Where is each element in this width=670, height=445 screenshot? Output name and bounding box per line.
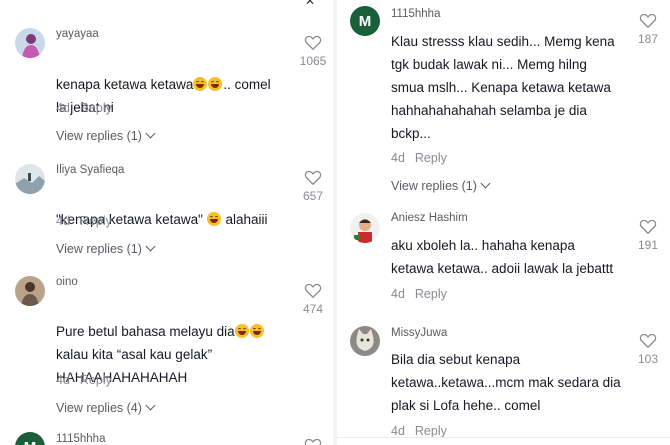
reply-button[interactable]: Reply [80, 214, 112, 228]
like-count: 657 [302, 189, 324, 203]
comment-meta: 4d Reply [56, 101, 112, 115]
comment-username[interactable]: Iliya Syafieqa [56, 164, 124, 176]
like-button[interactable]: 657 [293, 169, 333, 203]
grinning-sweat-emoji-icon [193, 77, 208, 91]
like-button[interactable]: 1065 [293, 34, 333, 68]
comment-time: 4d [56, 101, 70, 115]
comment-username[interactable]: 1115hhha [56, 433, 105, 445]
like-count: 103 [637, 352, 659, 366]
grinning-sweat-emoji-icon [234, 324, 249, 338]
comment-text: Bila dia sebut kenapa ketawa..ketawa...m… [391, 352, 621, 413]
comment-username[interactable]: oino [56, 276, 78, 288]
close-icon[interactable]: ✕ [305, 0, 315, 8]
reply-button[interactable]: Reply [415, 287, 447, 301]
grinning-sweat-emoji-icon [208, 77, 223, 91]
reply-button[interactable]: Reply [415, 424, 447, 438]
comment-meta: 4d Reply [56, 214, 112, 228]
chevron-down-icon [145, 241, 156, 252]
heart-outline-icon [304, 170, 322, 185]
user-avatar-cat [350, 326, 380, 356]
comment-time: 4d [56, 373, 70, 387]
comment-username[interactable]: MissyJuwa [391, 327, 447, 339]
like-count: 1065 [299, 54, 327, 68]
chevron-down-icon [145, 128, 156, 139]
like-button[interactable]: 103 [628, 332, 668, 366]
chevron-down-icon [145, 400, 156, 411]
comments-column-right: M 1115hhha Klau stresss klau sedih... Me… [337, 0, 670, 445]
comment-meta: 4d Reply [391, 424, 447, 438]
like-count: 474 [302, 302, 324, 316]
comment-text: aku xboleh la.. hahaha kenapa ketawa ket… [391, 238, 614, 276]
comment-text: Klau stresss klau sedih... Memg kena tgk… [391, 34, 615, 141]
reply-button[interactable]: Reply [80, 101, 112, 115]
like-button[interactable] [293, 437, 333, 445]
comment-meta: 4d Reply [391, 151, 447, 165]
comment-username[interactable]: 1115hhha [391, 8, 440, 20]
user-avatar-photo [15, 276, 45, 306]
heart-outline-icon [639, 219, 657, 234]
user-avatar-cartoon [350, 213, 380, 243]
heart-outline-icon [304, 438, 322, 445]
avatar[interactable]: M [15, 432, 45, 445]
avatar[interactable] [15, 28, 45, 58]
avatar[interactable] [15, 276, 45, 306]
heart-outline-icon [639, 333, 657, 348]
like-count: 191 [637, 238, 659, 252]
avatar[interactable]: M [350, 6, 380, 36]
user-avatar-snow-landscape [15, 164, 45, 194]
reply-button[interactable]: Reply [415, 151, 447, 165]
comment-time: 4d [391, 287, 405, 301]
avatar[interactable] [350, 326, 380, 356]
comment-username[interactable]: yayayaa [56, 28, 99, 40]
heart-outline-icon [304, 35, 322, 50]
view-replies-button[interactable]: View replies (1) [56, 128, 156, 143]
avatar[interactable] [350, 213, 380, 243]
heart-outline-icon [304, 283, 322, 298]
comment-time: 4d [391, 424, 405, 438]
grinning-sweat-emoji-icon [206, 212, 221, 226]
like-button[interactable]: 187 [628, 12, 668, 46]
comment-meta: 4d Reply [56, 373, 112, 387]
reply-button[interactable]: Reply [80, 373, 112, 387]
like-button[interactable]: 474 [293, 282, 333, 316]
view-replies-button[interactable]: View replies (1) [56, 241, 156, 256]
view-replies-button[interactable]: View replies (1) [391, 178, 491, 193]
comment-meta: 4d Reply [391, 287, 447, 301]
view-replies-button[interactable]: View replies (4) [56, 400, 156, 415]
heart-outline-icon [639, 13, 657, 28]
comments-column-left: ✕ yayayaa kenapa ketawa ketawa.. comel l… [0, 0, 333, 445]
comment-time: 4d [56, 214, 70, 228]
avatar[interactable] [15, 164, 45, 194]
like-button[interactable]: 191 [628, 218, 668, 252]
chevron-down-icon [480, 178, 491, 189]
user-avatar-pink-figure [15, 28, 45, 58]
divider [337, 437, 670, 438]
grinning-sweat-emoji-icon [249, 324, 264, 338]
comment-time: 4d [391, 151, 405, 165]
comment-username[interactable]: Aniesz Hashim [391, 212, 468, 224]
like-count: 187 [637, 32, 659, 46]
